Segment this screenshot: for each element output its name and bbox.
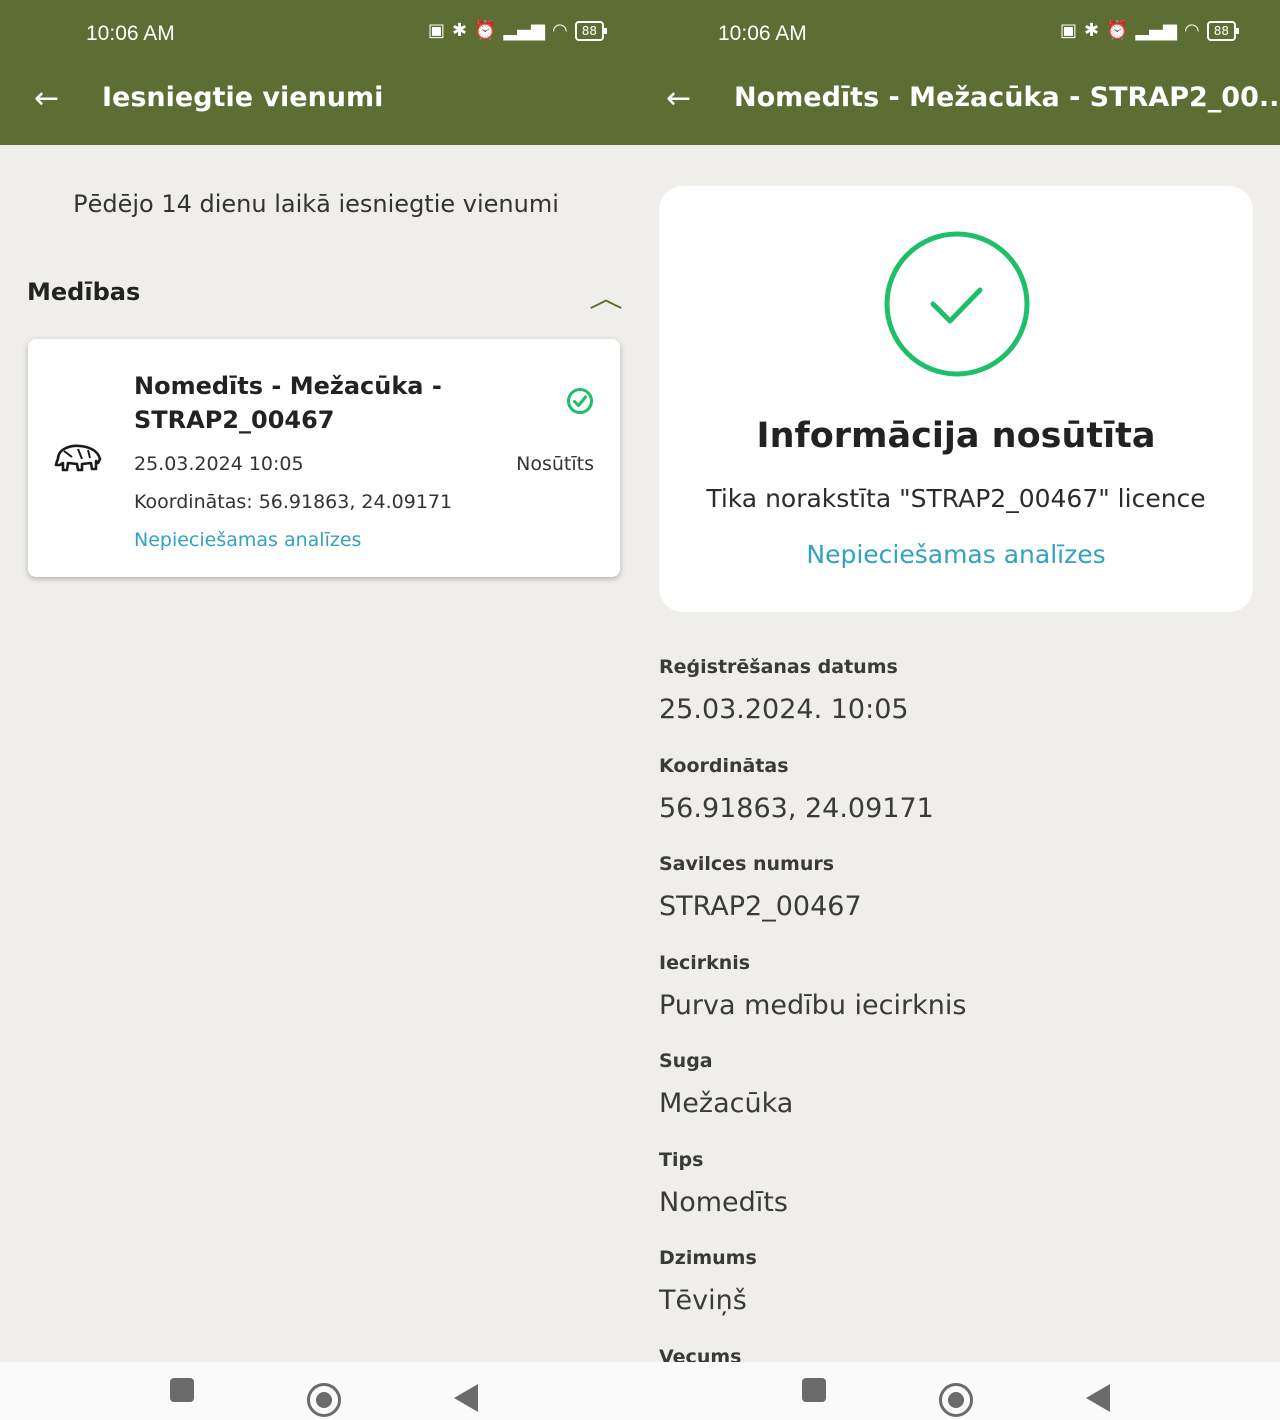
nfc-icon: ▣ [1059,20,1077,41]
check-circle-icon [567,388,593,414]
success-check-icon [884,231,1030,377]
bluetooth-icon: ✱ [451,20,468,41]
chevron-up-icon[interactable]: ︿ [589,278,623,315]
field-value: STRAP2_00467 [659,891,862,922]
field-label: Iecirknis [659,951,751,974]
status-bar: 10:06 AM ▣ ✱ ⏰ ▂▄▆ ◠ 88 [0,0,632,70]
section-title: Medības [27,278,141,306]
wifi-icon: ◠ [552,20,568,41]
field-value: Tēviņš [659,1285,747,1316]
status-time: 10:06 AM [718,22,807,45]
list-subtitle: Pēdējo 14 dienu laikā iesniegtie vienumi [73,190,559,218]
field-label: Koordinātas [659,754,789,777]
analysis-required-link[interactable]: Nepieciešamas analīzes [134,529,361,551]
page-title: Iesniegtie vienumi [102,82,384,113]
field-registration-date: Reģistrēšanas datums 25.03.2024. 10:05 [659,655,1239,754]
confirmation-message: Tika norakstīta "STRAP2_00467" licence [706,484,1206,513]
card-coordinates: Koordinātas: 56.91863, 24.09171 [134,491,453,513]
field-value: Mežacūka [659,1088,794,1119]
confirmation-card: Informācija nosūtīta Tika norakstīta "ST… [659,186,1253,612]
status-time: 10:06 AM [86,22,175,45]
field-value: 56.91863, 24.09171 [659,792,934,824]
field-sex: Dzimums Tēviņš [659,1246,1239,1345]
back-arrow-icon[interactable]: ← [666,82,691,116]
field-label: Dzimums [659,1247,757,1269]
card-date: 25.03.2024 10:05 [134,453,304,475]
status-icons: ▣ ✱ ⏰ ▂▄▆ ◠ 88 [427,20,608,41]
field-label: Savilces numurs [659,853,835,875]
field-label: Tips [659,1148,704,1171]
status-bar: 10:06 AM ▣ ✱ ⏰ ▂▄▆ ◠ 88 [632,0,1280,70]
field-species: Suga Mežacūka [659,1049,1239,1148]
wild-boar-icon [54,444,102,472]
field-value: 25.03.2024. 10:05 [659,694,909,725]
card-title: Nomedīts - Mežacūka - STRAP2_00467 [134,372,442,434]
signal-icon: ▂▄▆ [1135,20,1177,41]
field-type: Tips Nomedīts [659,1148,1239,1247]
card-status: Nosūtīts [516,453,594,475]
field-hunting-area: Iecirknis Purva medību iecirknis [659,951,1239,1050]
alarm-icon: ⏰ [474,20,497,41]
confirmation-title: Informācija nosūtīta [756,416,1156,456]
field-label: Reģistrēšanas datums [659,656,898,678]
analysis-required-link[interactable]: Nepieciešamas analīzes [659,540,1253,569]
section-header-hunting[interactable]: Medības ︿ [27,278,623,314]
app-bar: 10:06 AM ▣ ✱ ⏰ ▂▄▆ ◠ 88 ← Nomedīts - Mež… [632,0,1280,145]
submitted-items-screen: 10:06 AM ▣ ✱ ⏰ ▂▄▆ ◠ 88 ← Iesniegtie vie… [0,0,632,1420]
wifi-icon: ◠ [1184,20,1200,41]
field-strap-number: Savilces numurs STRAP2_00467 [659,852,1239,951]
nfc-icon: ▣ [427,20,445,41]
alarm-icon: ⏰ [1106,20,1129,41]
recents-button[interactable] [170,1378,194,1402]
page-title: Nomedīts - Mežacūka - STRAP2_00.. [734,82,1280,113]
status-icons: ▣ ✱ ⏰ ▂▄▆ ◠ 88 [1059,20,1240,41]
home-button[interactable] [307,1383,341,1417]
item-detail-screen: 10:06 AM ▣ ✱ ⏰ ▂▄▆ ◠ 88 ← Nomedīts - Mež… [632,0,1280,1420]
bluetooth-icon: ✱ [1083,20,1100,41]
back-arrow-icon[interactable]: ← [34,82,59,116]
signal-icon: ▂▄▆ [503,20,545,41]
field-value: Purva medību iecirknis [659,989,967,1021]
submitted-item-card[interactable]: Nomedīts - Mežacūka - STRAP2_00467 25.03… [28,339,620,577]
back-button[interactable] [1086,1384,1110,1412]
back-button[interactable] [454,1384,478,1412]
system-nav-bar [632,1362,1280,1420]
field-coordinates: Koordinātas 56.91863, 24.09171 [659,754,1239,853]
battery-icon: 88 [1206,20,1240,41]
field-value: Nomedīts [659,1186,788,1218]
home-button[interactable] [939,1383,973,1417]
system-nav-bar [0,1362,632,1420]
battery-icon: 88 [574,20,608,41]
recents-button[interactable] [802,1378,826,1402]
detail-fields: Reģistrēšanas datums 25.03.2024. 10:05 K… [659,655,1239,1420]
field-label: Suga [659,1050,713,1072]
app-bar: 10:06 AM ▣ ✱ ⏰ ▂▄▆ ◠ 88 ← Iesniegtie vie… [0,0,632,145]
